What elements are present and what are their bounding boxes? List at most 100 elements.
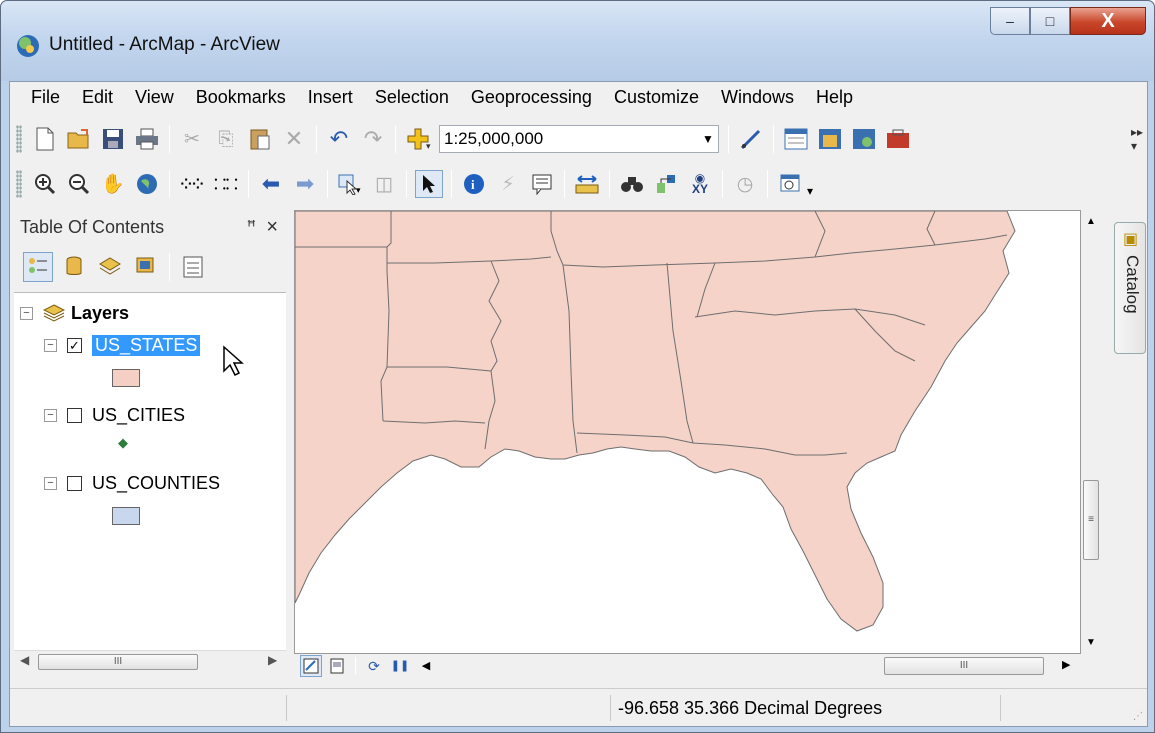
catalog-window-icon[interactable]: [816, 125, 844, 153]
toolbar-overflow-icon[interactable]: ▸▸ ▾: [1131, 125, 1143, 153]
polygon-symbol-swatch[interactable]: [112, 369, 140, 387]
zoom-in-icon[interactable]: [31, 170, 59, 198]
html-popup-icon[interactable]: [528, 170, 556, 198]
clear-selection-icon[interactable]: ◫: [370, 170, 398, 198]
layer-visibility-checkbox[interactable]: ✓: [67, 337, 82, 353]
new-document-icon[interactable]: [31, 125, 59, 153]
close-button[interactable]: X: [1070, 7, 1146, 35]
delete-icon[interactable]: ✕: [280, 125, 308, 153]
full-extent-icon[interactable]: [133, 170, 161, 198]
editor-toolbar-icon[interactable]: [737, 125, 765, 153]
measure-icon[interactable]: [573, 170, 601, 198]
collapse-icon[interactable]: −: [44, 408, 57, 422]
chevron-down-icon[interactable]: ▼: [698, 132, 718, 146]
scroll-right-icon[interactable]: ▶: [1062, 658, 1070, 671]
toc-horizontal-scrollbar[interactable]: ◀ III ▶: [14, 650, 286, 672]
menu-edit[interactable]: Edit: [71, 82, 124, 112]
print-icon[interactable]: [133, 125, 161, 153]
collapse-icon[interactable]: −: [44, 338, 57, 352]
hyperlink-icon[interactable]: ⚡: [494, 170, 522, 198]
toolbar-grip[interactable]: [16, 170, 22, 198]
menu-insert[interactable]: Insert: [297, 82, 364, 112]
menu-selection[interactable]: Selection: [364, 82, 460, 112]
go-forward-icon[interactable]: ➡: [291, 170, 319, 198]
undo-icon[interactable]: ↶: [325, 125, 353, 153]
resize-grip-icon[interactable]: ⋰: [1133, 711, 1143, 722]
menu-geoprocessing[interactable]: Geoprocessing: [460, 82, 603, 112]
list-by-drawing-order-icon[interactable]: [23, 252, 53, 282]
list-by-visibility-icon[interactable]: [95, 252, 125, 282]
layer-row-us-cities[interactable]: − US_CITIES: [44, 401, 185, 429]
create-viewer-icon[interactable]: [776, 170, 804, 198]
scroll-down-icon[interactable]: ▼: [1086, 637, 1096, 648]
layer-visibility-checkbox[interactable]: [67, 407, 82, 423]
toolbar-overflow-icon[interactable]: ▾: [807, 184, 813, 198]
arctoolbox-icon[interactable]: [884, 125, 912, 153]
scrollbar-thumb[interactable]: III: [38, 654, 198, 670]
title-bar[interactable]: Untitled - ArcMap - ArcView – □ X: [1, 1, 1154, 81]
paste-icon[interactable]: [246, 125, 274, 153]
refresh-icon[interactable]: ⟳: [363, 655, 385, 677]
time-slider-icon[interactable]: ◷: [731, 170, 759, 198]
menu-file[interactable]: File: [20, 82, 71, 112]
layer-name[interactable]: US_CITIES: [92, 405, 185, 426]
fixed-zoom-in-icon[interactable]: ⁘⁘: [178, 170, 206, 198]
layer-name[interactable]: US_COUNTIES: [92, 473, 220, 494]
menu-help[interactable]: Help: [805, 82, 864, 112]
select-elements-icon[interactable]: [415, 170, 443, 198]
maximize-button[interactable]: □: [1030, 7, 1070, 35]
go-back-icon[interactable]: ⬅: [257, 170, 285, 198]
scroll-right-icon[interactable]: ▶: [268, 653, 277, 667]
add-data-icon[interactable]: ▾: [404, 125, 432, 153]
save-icon[interactable]: [99, 125, 127, 153]
collapse-icon[interactable]: −: [44, 476, 57, 490]
pan-icon[interactable]: ✋: [99, 170, 127, 198]
select-features-icon[interactable]: ▾: [336, 170, 364, 198]
data-view-icon[interactable]: [300, 655, 322, 677]
search-window-icon[interactable]: [850, 125, 878, 153]
us-states-map[interactable]: [295, 211, 1081, 654]
scroll-left-icon[interactable]: ◀: [415, 655, 437, 677]
toolbar-grip[interactable]: [16, 125, 22, 153]
layers-root-row[interactable]: − Layers: [20, 299, 129, 327]
find-route-icon[interactable]: [652, 170, 680, 198]
layer-row-us-counties[interactable]: − US_COUNTIES: [44, 469, 220, 497]
redo-icon[interactable]: ↷: [359, 125, 387, 153]
open-folder-icon[interactable]: [65, 125, 93, 153]
scrollbar-thumb[interactable]: ≡: [1083, 480, 1099, 560]
go-to-xy-icon[interactable]: ◉ XY: [686, 170, 714, 198]
list-by-source-icon[interactable]: [59, 252, 89, 282]
copy-icon[interactable]: ⎘: [212, 125, 240, 153]
point-symbol-swatch[interactable]: ◆: [118, 435, 128, 451]
zoom-out-icon[interactable]: [65, 170, 93, 198]
menu-view[interactable]: View: [124, 82, 185, 112]
catalog-side-tab[interactable]: ▣ Catalog: [1114, 222, 1146, 354]
cut-icon[interactable]: ✂: [178, 125, 206, 153]
layer-row-us-states[interactable]: − ✓ US_STATES: [44, 331, 201, 359]
collapse-icon[interactable]: −: [20, 306, 33, 320]
layer-name[interactable]: US_STATES: [92, 334, 201, 356]
layout-view-icon[interactable]: [326, 655, 348, 677]
menu-windows[interactable]: Windows: [710, 82, 805, 112]
identify-icon[interactable]: i: [460, 170, 488, 198]
svg-text:▾: ▾: [426, 141, 431, 151]
minimize-button[interactable]: –: [990, 7, 1030, 35]
list-by-selection-icon[interactable]: [131, 252, 161, 282]
pause-drawing-icon[interactable]: ❚❚: [389, 655, 411, 677]
scrollbar-thumb[interactable]: III: [884, 657, 1044, 675]
map-display[interactable]: [294, 210, 1081, 654]
table-of-contents-icon[interactable]: [782, 125, 810, 153]
layer-visibility-checkbox[interactable]: [67, 475, 82, 491]
close-icon[interactable]: ×: [266, 216, 278, 239]
scroll-left-icon[interactable]: ◀: [20, 653, 29, 667]
options-icon[interactable]: [178, 252, 208, 282]
fixed-zoom-out-icon[interactable]: ⸬⸬: [212, 170, 240, 198]
menu-bookmarks[interactable]: Bookmarks: [185, 82, 297, 112]
pin-icon[interactable]: ꟸ: [247, 217, 256, 237]
find-icon[interactable]: [618, 170, 646, 198]
polygon-symbol-swatch[interactable]: [112, 507, 140, 525]
scroll-up-icon[interactable]: ▲: [1086, 216, 1096, 227]
menu-customize[interactable]: Customize: [603, 82, 710, 112]
map-vertical-scrollbar[interactable]: ▲ ≡ ▼: [1081, 210, 1101, 654]
map-scale-dropdown[interactable]: 1:25,000,000 ▼: [439, 125, 719, 153]
